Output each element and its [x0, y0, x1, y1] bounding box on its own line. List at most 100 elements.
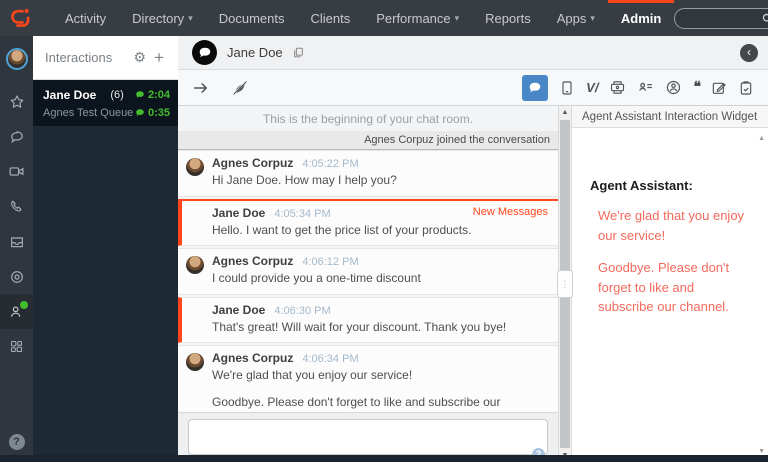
interaction-duration: 2:04: [147, 89, 170, 101]
main-area: Jane Doe ‹ V/ ❝ This is the beginning of…: [178, 36, 768, 462]
author-name: Jane Doe: [212, 205, 266, 220]
message-timestamp: 4:05:34 PM: [274, 207, 331, 220]
caret-down-icon: ▾: [188, 12, 193, 23]
agent-avatar: [186, 158, 204, 176]
star-icon[interactable]: [0, 84, 33, 119]
nav-item-apps[interactable]: Apps ▾: [544, 0, 608, 36]
message-timestamp: 4:06:12 PM: [302, 256, 359, 269]
interaction-contact-name: Jane Doe: [43, 88, 97, 102]
nav-label: Admin: [620, 10, 662, 26]
chat-scrollbar[interactable]: ▲ ⋮ ▼: [557, 106, 573, 462]
left-icon-rail: ?: [0, 36, 33, 462]
phone-icon[interactable]: [0, 189, 33, 224]
chat-icon[interactable]: [0, 119, 33, 154]
end-chat-icon[interactable]: [232, 80, 248, 96]
video-icon[interactable]: [0, 154, 33, 189]
message-text: I could provide you a one-time discount: [212, 271, 421, 286]
assistant-panel-content[interactable]: ▲ Agent Assistant: We're glad that you e…: [572, 128, 768, 462]
nav-item-reports[interactable]: Reports: [472, 0, 544, 36]
interactions-panel: Interactions ⚙ + Jane Doe (6) 2:04 Agnes…: [33, 36, 178, 462]
assistant-heading: Agent Assistant:: [590, 178, 693, 193]
nav-label: Activity: [65, 10, 107, 26]
chat-tool-icon[interactable]: [522, 74, 549, 101]
wrapup-tool-icon[interactable]: [738, 80, 754, 96]
add-interaction-button[interactable]: +: [150, 48, 168, 68]
nav-item-activity[interactable]: Activity: [52, 0, 119, 36]
notes-tool-icon[interactable]: [711, 80, 727, 96]
contact-tool-icon[interactable]: [637, 79, 654, 96]
apps-icon[interactable]: [0, 329, 33, 364]
agent-status-icon[interactable]: [0, 294, 33, 329]
chat-message: New Messages Jane Doe 4:05:34 PM Hello. I…: [178, 198, 558, 247]
contact-name: Jane Doe: [227, 45, 283, 60]
message-timestamp: 4:06:34 PM: [302, 353, 359, 366]
scroll-down-icon[interactable]: ▼: [758, 448, 765, 455]
gear-icon[interactable]: ⚙: [130, 49, 151, 66]
agent-avatar: [186, 353, 204, 372]
search-box[interactable]: [674, 7, 768, 29]
profile-tool-icon[interactable]: [665, 79, 682, 96]
nav-label: Documents: [218, 10, 285, 26]
nav-label: Apps: [556, 10, 587, 26]
nav-label: Directory: [132, 10, 185, 26]
help-icon[interactable]: ?: [8, 434, 25, 450]
author-name: Agnes Corpuz: [212, 254, 294, 269]
message-timestamp: 4:06:30 PM: [274, 304, 331, 317]
agent-avatar: [186, 256, 204, 275]
app-window: Activity Directory ▾ Documents Clients Pe…: [0, 0, 768, 462]
chat-message: Agnes Corpuz 4:06:34 PM We're glad that y…: [178, 345, 558, 412]
search-input[interactable]: [682, 12, 762, 24]
interaction-row-contact: Jane Doe (6) 2:04: [43, 88, 170, 102]
panel-resize-grip[interactable]: ⋮: [557, 270, 573, 298]
assistant-suggestion: We're glad that you enjoy our service!: [598, 208, 745, 243]
journey-tool-icon[interactable]: V/: [586, 80, 598, 95]
nav-item-clients[interactable]: Clients: [297, 0, 363, 36]
interaction-message-count: (6): [110, 89, 124, 101]
scroll-up-icon[interactable]: ▲: [559, 109, 571, 116]
chat-input[interactable]: [188, 419, 548, 455]
message-text: We're glad that you enjoy our service!: [212, 368, 413, 383]
chat-message: Agnes Corpuz 4:05:22 PM Hi Jane Doe. How …: [178, 150, 558, 197]
nav-item-documents[interactable]: Documents: [206, 0, 298, 36]
nav-item-admin[interactable]: Admin: [608, 0, 674, 36]
chat-bubble-icon: [135, 90, 145, 100]
nav-item-directory[interactable]: Directory ▾: [119, 0, 206, 36]
message-author: Agnes Corpuz 4:06:34 PM: [212, 351, 548, 365]
mobile-tool-icon[interactable]: [559, 80, 575, 96]
dial-icon[interactable]: [0, 259, 33, 294]
message-text: That's great! Will wait for your discoun…: [212, 319, 507, 334]
assistant-suggestion: Goodbye. Please don't forget to like and…: [598, 260, 730, 314]
status-available-dot: [20, 301, 28, 309]
nav-label: Performance: [376, 10, 451, 26]
interaction-toolbar: V/ ❝: [178, 70, 768, 106]
caret-down-icon: ▾: [590, 12, 595, 23]
chat-bubble-icon: [135, 108, 145, 118]
contact-avatar: [192, 40, 217, 65]
copy-icon[interactable]: [292, 46, 305, 59]
author-name: Jane Doe: [212, 302, 266, 317]
transfer-arrow-icon[interactable]: [192, 79, 210, 97]
message-author: Jane Doe 4:06:30 PM: [212, 303, 548, 317]
interaction-card-jane-doe[interactable]: Jane Doe (6) 2:04 Agnes Test Queue 0:35: [33, 80, 178, 126]
interaction-queue-duration: 0:35: [147, 107, 170, 119]
nav-item-performance[interactable]: Performance ▾: [363, 0, 472, 36]
inbox-icon[interactable]: [0, 224, 33, 259]
nav-right-group: ⋮: [674, 0, 768, 36]
message-author: Agnes Corpuz 4:05:22 PM: [212, 156, 548, 170]
chat-message: Agnes Corpuz 4:06:12 PM I could provide y…: [178, 248, 558, 295]
message-author: Agnes Corpuz 4:06:12 PM: [212, 254, 548, 268]
nav-label: Reports: [485, 10, 531, 26]
responses-tool-icon[interactable]: ❝: [693, 79, 700, 96]
chat-messages[interactable]: This is the beginning of your chat room.…: [178, 106, 558, 412]
chat-intro-text: This is the beginning of your chat room.: [262, 112, 474, 126]
chat-header: Jane Doe ‹: [178, 36, 768, 70]
message-timestamp: 4:05:22 PM: [302, 158, 359, 170]
collapse-panel-button[interactable]: ‹: [740, 43, 758, 62]
new-messages-label: New Messages: [472, 205, 548, 218]
scroll-up-icon[interactable]: ▲: [758, 135, 765, 142]
script-tool-icon[interactable]: [609, 79, 626, 96]
message-text: Hi Jane Doe. How may I help you?: [212, 173, 397, 187]
assistant-panel-title: Agent Assistant Interaction Widget: [572, 106, 768, 128]
genesys-logo[interactable]: [8, 0, 32, 36]
profile-avatar[interactable]: [5, 48, 28, 70]
